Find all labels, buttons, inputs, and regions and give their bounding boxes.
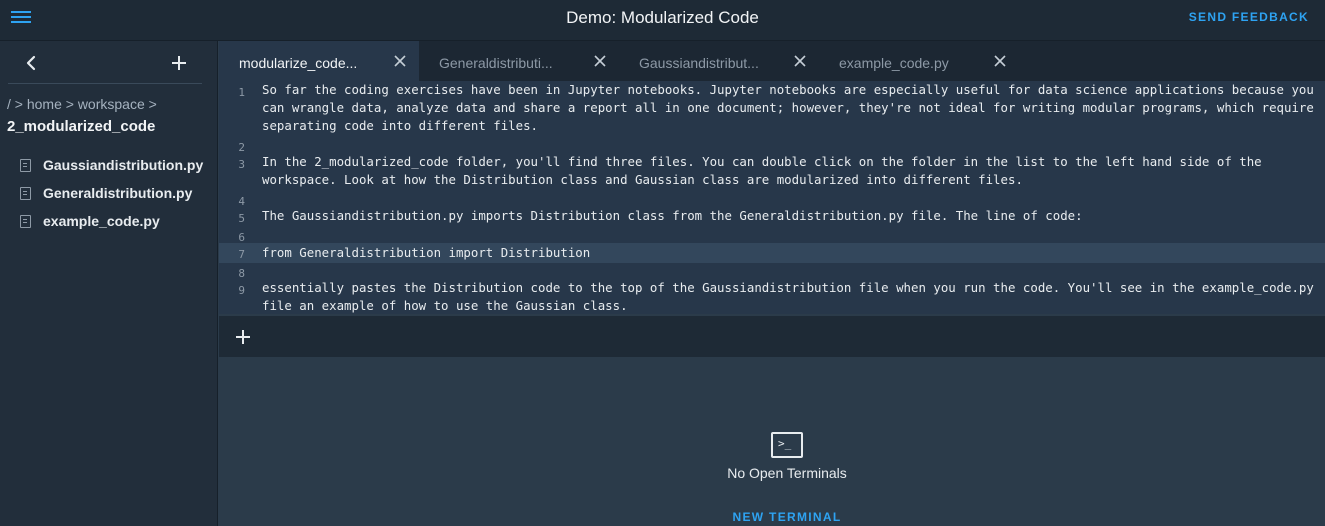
close-icon[interactable] [793,54,807,68]
editor-tab-bar: modularize_code... Generaldistributi... … [219,41,1325,81]
file-icon [20,158,31,172]
close-icon[interactable] [393,54,407,68]
new-terminal-button[interactable]: NEW TERMINAL [219,510,1325,524]
sidebar-divider [8,83,202,84]
line-text: The Gaussiandistribution.py imports Dist… [262,208,1083,223]
tab-generaldistribution[interactable]: Generaldistributi... [419,41,619,81]
line-text: So far the coding exercises have been in… [262,82,1322,133]
line-text: from Generaldistribution import Distribu… [262,245,591,260]
file-icon [20,186,31,200]
code-line: 5 The Gaussiandistribution.py imports Di… [219,207,1325,225]
line-number: 7 [238,248,245,261]
terminal-glyph: >_ [778,437,792,450]
tab-label: Gaussiandistribut... [639,55,759,71]
file-name: Gaussiandistribution.py [43,157,204,173]
code-line: 1 So far the coding exercises have been … [219,81,1325,135]
current-folder: 2_modularized_code [7,118,156,135]
file-list: Gaussiandistribution.py Generaldistribut… [20,151,203,235]
line-number: 1 [238,86,245,99]
line-number: 5 [238,212,245,225]
terminal-icon: >_ [771,432,803,458]
file-name: example_code.py [43,213,160,229]
close-icon[interactable] [593,54,607,68]
line-text: essentially pastes the Distribution code… [262,280,1322,313]
plus-icon [236,330,250,344]
tab-modularize-code[interactable]: modularize_code... [219,41,419,81]
new-file-button[interactable] [168,52,190,74]
breadcrumb[interactable]: / > home > workspace > [7,96,157,112]
chevron-left-icon [26,55,36,71]
file-item-gaussiandistribution[interactable]: Gaussiandistribution.py [20,151,203,179]
code-editor[interactable]: 1 So far the coding exercises have been … [219,81,1325,314]
tab-label: modularize_code... [239,55,358,71]
plus-icon [172,56,186,70]
terminal-toolbar [219,316,1325,357]
page-title: Demo: Modularized Code [566,8,759,27]
line-number: 9 [238,284,245,297]
close-icon[interactable] [993,54,1007,68]
send-feedback-button[interactable]: SEND FEEDBACK [1189,10,1309,24]
add-terminal-button[interactable] [234,328,252,346]
file-icon [20,214,31,228]
file-item-generaldistribution[interactable]: Generaldistribution.py [20,179,203,207]
empty-terminal-message: No Open Terminals [727,465,847,481]
terminal-panel: >_ No Open Terminals NEW TERMINAL [219,357,1325,526]
code-line-highlighted: 7 from Generaldistribution import Distri… [219,243,1325,263]
file-item-example-code[interactable]: example_code.py [20,207,203,235]
back-button[interactable] [22,53,40,73]
top-bar: Demo: Modularized Code SEND FEEDBACK [0,0,1325,41]
tab-example-code[interactable]: example_code.py [819,41,1019,81]
line-text: In the 2_modularized_code folder, you'll… [262,154,1270,187]
file-name: Generaldistribution.py [43,185,193,201]
line-number: 3 [238,158,245,171]
tab-label: Generaldistributi... [439,55,553,71]
code-line: 9 essentially pastes the Distribution co… [219,279,1325,314]
tab-gaussiandistribution[interactable]: Gaussiandistribut... [619,41,819,81]
code-line: 3 In the 2_modularized_code folder, you'… [219,153,1325,189]
tab-label: example_code.py [839,55,949,71]
file-explorer-sidebar: / > home > workspace > 2_modularized_cod… [0,41,218,526]
